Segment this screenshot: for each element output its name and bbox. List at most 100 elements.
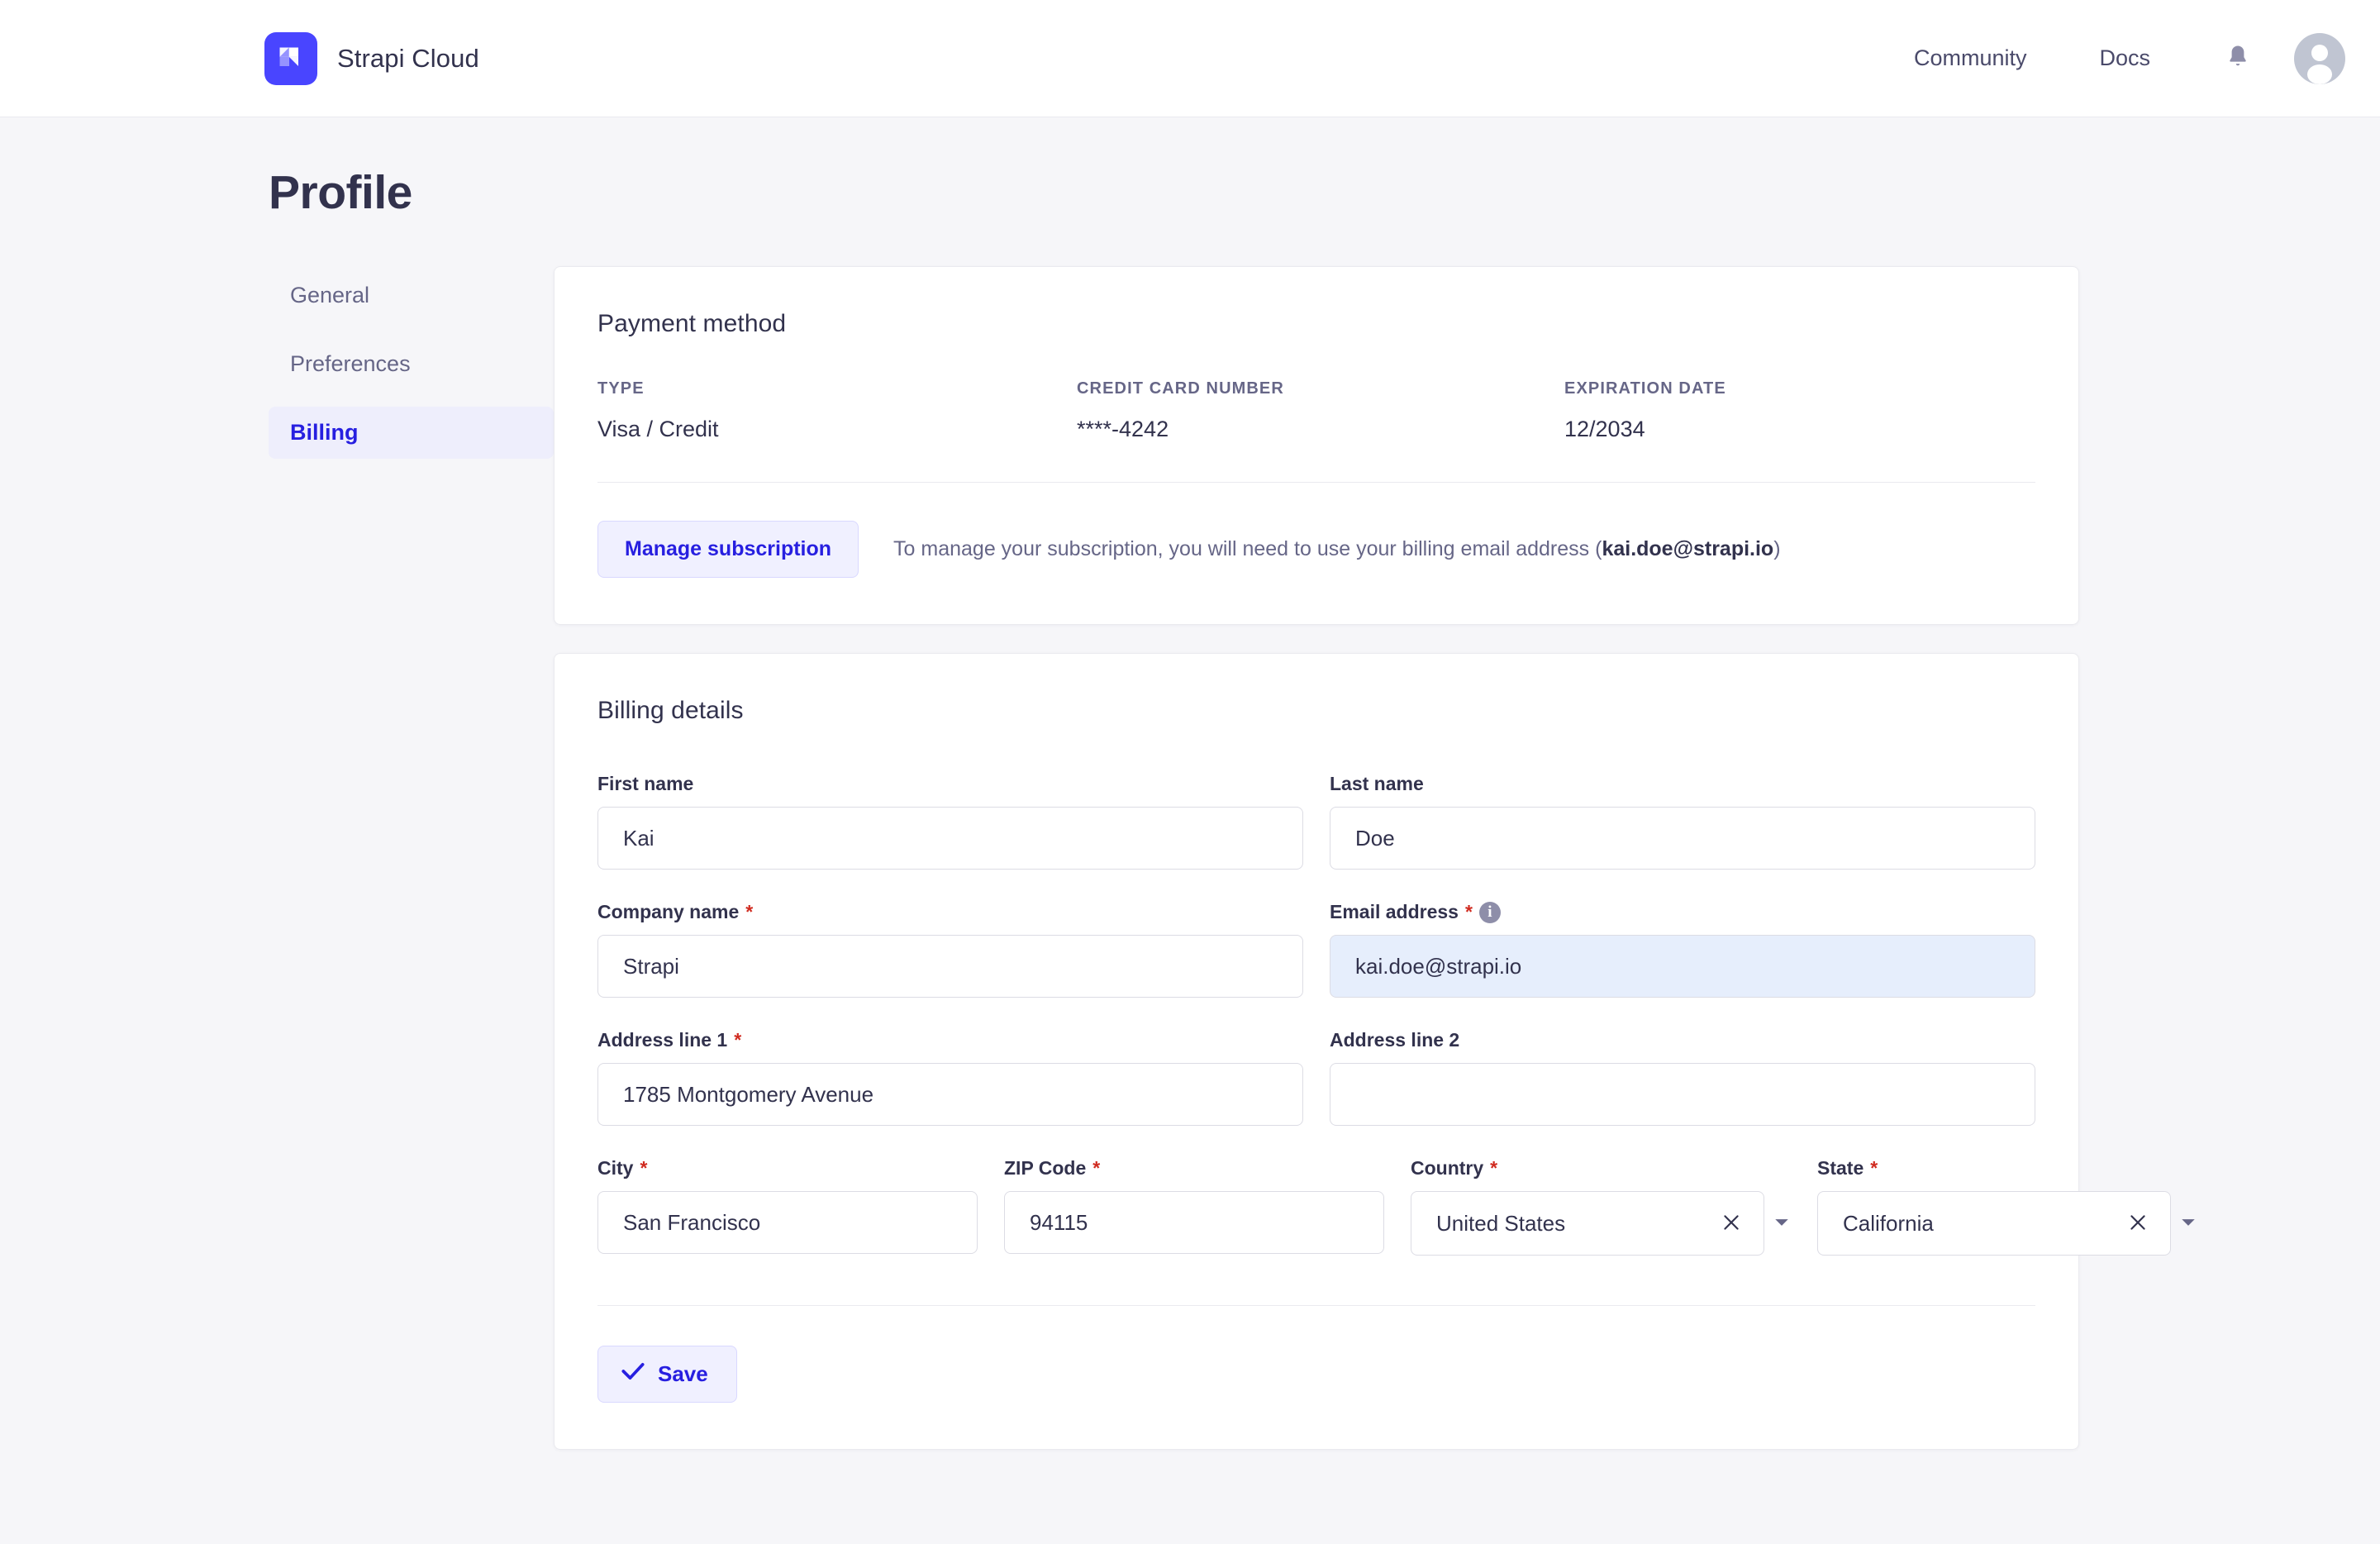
- expiration-date-label: EXPIRATION DATE: [1564, 379, 1726, 398]
- first-name-label: First name: [597, 773, 1303, 795]
- zip-code-label-text: ZIP Code: [1004, 1157, 1087, 1179]
- company-name-label: Company name *: [597, 901, 1303, 923]
- zip-code-required-mark: *: [1092, 1157, 1101, 1179]
- address-line-1-required-mark: *: [734, 1029, 742, 1051]
- first-name-label-text: First name: [597, 773, 694, 794]
- country-selected-value: United States: [1436, 1210, 1566, 1236]
- country-field-group: Country * United States: [1411, 1157, 1791, 1256]
- payment-type-value: Visa / Credit: [597, 417, 719, 441]
- country-label-text: Country: [1411, 1157, 1484, 1179]
- notifications-button[interactable]: [2211, 32, 2264, 85]
- zip-code-label: ZIP Code *: [1004, 1157, 1384, 1179]
- last-name-label-text: Last name: [1330, 773, 1424, 794]
- sidebar-item-billing[interactable]: Billing: [269, 407, 554, 459]
- state-required-mark: *: [1870, 1157, 1878, 1179]
- address-line-1-input[interactable]: [597, 1063, 1303, 1126]
- payment-method-grid: TYPE Visa / Credit CREDIT CARD NUMBER **…: [597, 379, 2035, 442]
- close-icon: [1721, 1212, 1742, 1236]
- brand-name: Strapi Cloud: [337, 43, 479, 73]
- state-select-wrapper: California: [1817, 1191, 2197, 1256]
- strapi-logo-icon: [264, 31, 317, 85]
- content-layout: General Preferences Billing Payment meth…: [0, 266, 2380, 1450]
- state-combobox[interactable]: California: [1817, 1191, 2171, 1256]
- nav-link-docs[interactable]: Docs: [2063, 45, 2187, 71]
- close-icon: [2127, 1212, 2149, 1236]
- page-body: Profile General Preferences Billing Paym…: [0, 165, 2380, 1450]
- sidebar-item-general[interactable]: General: [269, 269, 554, 322]
- city-label-text: City: [597, 1157, 634, 1179]
- manage-subscription-button[interactable]: Manage subscription: [597, 521, 859, 578]
- city-label: City *: [597, 1157, 978, 1179]
- nav-link-community[interactable]: Community: [1878, 45, 2063, 71]
- state-field-group: State * California: [1817, 1157, 2197, 1256]
- manage-subscription-row: Manage subscription To manage your subsc…: [597, 521, 2035, 578]
- chevron-down-icon: [2181, 1217, 2196, 1231]
- company-name-input[interactable]: [597, 935, 1303, 998]
- address-line-2-input[interactable]: [1330, 1063, 2035, 1126]
- first-name-field-group: First name: [597, 773, 1303, 870]
- payment-type-label: TYPE: [597, 379, 645, 398]
- email-address-input: [1330, 935, 2035, 998]
- email-address-field-group: Email address * i: [1330, 901, 2035, 998]
- email-address-label: Email address * i: [1330, 901, 2035, 923]
- billing-email: kai.doe@strapi.io: [1602, 537, 1774, 560]
- country-label: Country *: [1411, 1157, 1791, 1179]
- billing-details-title: Billing details: [597, 697, 744, 724]
- address-quad-row: City* ZIP Code* Country*: [597, 1157, 2195, 1256]
- zip-code-input[interactable]: [1004, 1191, 1384, 1254]
- chevron-down-icon: [1774, 1217, 1789, 1231]
- country-select-wrapper: United States: [1411, 1191, 1791, 1256]
- zip-code-field-group: ZIP Code *: [1004, 1157, 1384, 1256]
- address-line-2-label: Address line 2: [1330, 1029, 2035, 1051]
- user-avatar-icon: [2307, 44, 2332, 84]
- company-name-required-mark: *: [745, 901, 754, 922]
- state-label-text: State: [1817, 1157, 1864, 1179]
- first-name-input[interactable]: [597, 807, 1303, 870]
- payment-method-card: Payment method TYPE Visa / Credit CREDIT…: [554, 266, 2079, 625]
- payment-method-title: Payment method: [597, 310, 787, 337]
- credit-card-number-value: ****-4242: [1077, 417, 1169, 441]
- manage-hint-prefix: To manage your subscription, you will ne…: [893, 537, 1602, 560]
- state-selected-value: California: [1843, 1210, 1934, 1236]
- address-line-2-field-group: Address line 2: [1330, 1029, 2035, 1126]
- save-button-label: Save: [658, 1361, 708, 1386]
- page-title: Profile: [269, 166, 412, 219]
- avatar[interactable]: [2294, 32, 2345, 84]
- last-name-label: Last name: [1330, 773, 2035, 795]
- state-dropdown-toggle[interactable]: [2179, 1214, 2197, 1232]
- country-combobox[interactable]: United States: [1411, 1191, 1764, 1256]
- save-divider: [597, 1305, 2035, 1306]
- credit-card-number-label: CREDIT CARD NUMBER: [1077, 379, 1284, 398]
- bell-icon: [2225, 44, 2250, 73]
- payment-method-divider: [597, 482, 2035, 483]
- save-button[interactable]: Save: [597, 1346, 737, 1403]
- sidebar-item-preferences[interactable]: Preferences: [269, 338, 554, 390]
- main-content: Payment method TYPE Visa / Credit CREDIT…: [554, 266, 2195, 1450]
- city-field-group: City *: [597, 1157, 978, 1256]
- check-icon: [621, 1361, 645, 1387]
- address-line-1-field-group: Address line 1 *: [597, 1029, 1303, 1126]
- country-dropdown-toggle[interactable]: [1773, 1214, 1791, 1232]
- country-clear-button[interactable]: [1717, 1209, 1745, 1237]
- info-icon[interactable]: i: [1478, 901, 1501, 923]
- billing-form-grid: First name Last name: [597, 773, 2035, 1126]
- state-label: State *: [1817, 1157, 2197, 1179]
- address-line-1-label: Address line 1 *: [597, 1029, 1303, 1051]
- last-name-field-group: Last name: [1330, 773, 2035, 870]
- billing-details-card: Billing details First name La: [554, 653, 2195, 1450]
- top-navigation-bar: Strapi Cloud Community Docs: [0, 0, 2380, 117]
- manage-hint-suffix: ): [1773, 537, 1781, 560]
- payment-type-column: TYPE Visa / Credit: [597, 379, 1077, 442]
- manage-subscription-hint: To manage your subscription, you will ne…: [893, 537, 1780, 561]
- country-required-mark: *: [1490, 1157, 1498, 1179]
- state-clear-button[interactable]: [2124, 1209, 2152, 1237]
- address-line-2-label-text: Address line 2: [1330, 1029, 1460, 1051]
- email-address-required-mark: *: [1464, 901, 1473, 922]
- last-name-input[interactable]: [1330, 807, 2035, 870]
- brand-logo-group[interactable]: Strapi Cloud: [264, 31, 479, 85]
- city-input[interactable]: [597, 1191, 978, 1254]
- city-required-mark: *: [640, 1157, 648, 1179]
- nav-right-group: Community Docs: [1878, 32, 2345, 85]
- expiration-date-column: EXPIRATION DATE 12/2034: [1564, 379, 2035, 442]
- credit-card-number-column: CREDIT CARD NUMBER ****-4242: [1077, 379, 1564, 442]
